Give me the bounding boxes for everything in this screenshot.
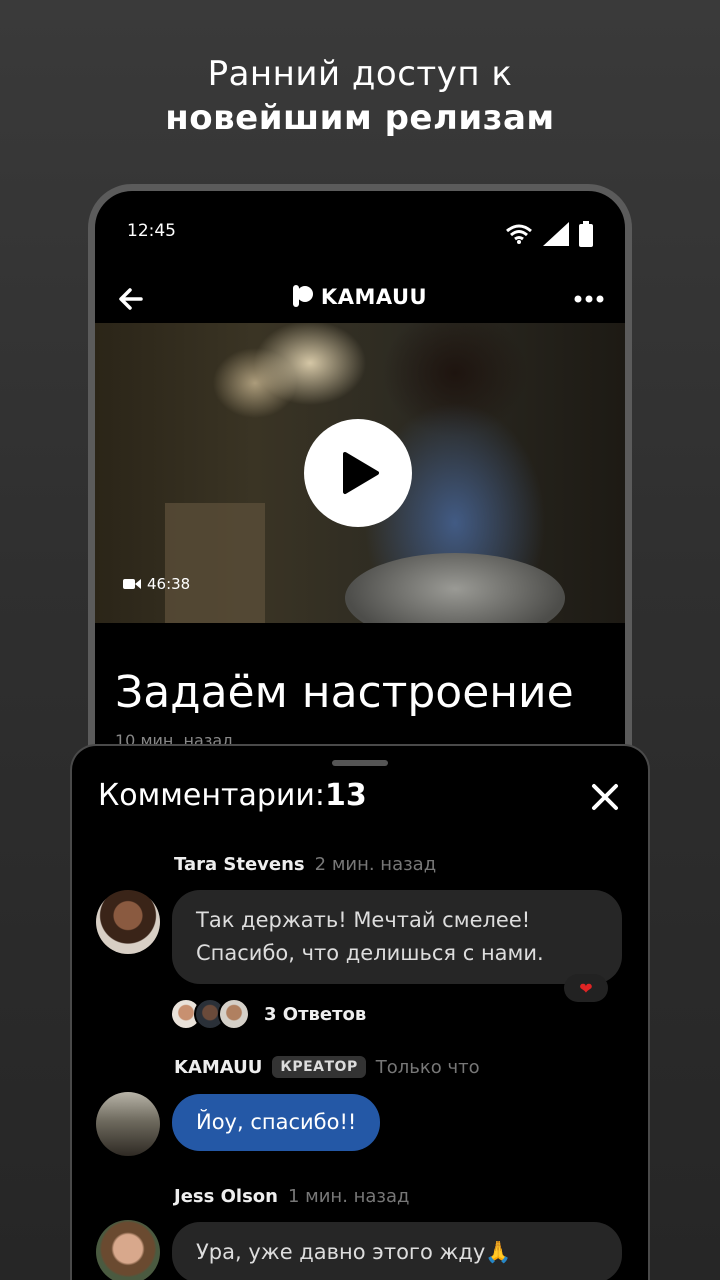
- app-bar: KAMAUU: [95, 279, 625, 319]
- comment-time: Только что: [375, 1057, 480, 1078]
- sheet-grabber[interactable]: [332, 760, 388, 766]
- comment-author-name[interactable]: Jess Olson: [174, 1186, 278, 1207]
- comment-author[interactable]: Jess Olson 1 мин. назад: [174, 1186, 409, 1207]
- comments-title: Комментарии:13: [98, 778, 367, 813]
- avatar[interactable]: [96, 1220, 160, 1280]
- reaction-heart[interactable]: ❤: [564, 974, 608, 1002]
- comment-bubble[interactable]: Йоу, спасибо!!: [172, 1094, 381, 1151]
- avatar[interactable]: [96, 890, 160, 954]
- video-camera-icon: [123, 579, 141, 589]
- status-time: 12:45: [127, 221, 176, 241]
- close-icon[interactable]: [590, 782, 620, 812]
- brand-title: KAMAUU: [95, 285, 625, 309]
- wifi-icon: [506, 224, 532, 244]
- signal-icon: [543, 222, 569, 246]
- status-icons: [505, 221, 593, 247]
- avatar[interactable]: [96, 1092, 160, 1156]
- comment-time: 2 мин. назад: [314, 854, 437, 875]
- headline-line2: новейшим релизам: [165, 98, 555, 138]
- video-scene-table: [165, 503, 265, 623]
- comment-text-line1: Так держать! Мечтай смелее!: [196, 908, 531, 932]
- comment-author-name[interactable]: Tara Stevens: [174, 854, 305, 875]
- comment-author-name[interactable]: KAMAUU: [174, 1057, 262, 1078]
- promo-headline: Ранний доступ к новейшим релизам: [0, 52, 720, 140]
- brand-logo-icon: [292, 285, 313, 307]
- post-title: Задаём настроение: [115, 667, 574, 718]
- replies-link[interactable]: 3 Ответов: [170, 998, 366, 1030]
- duration-text: 46:38: [147, 575, 191, 593]
- comment-author[interactable]: KAMAUU КРЕАТОР Только что: [174, 1056, 480, 1078]
- reply-avatar: [218, 998, 250, 1030]
- replies-label[interactable]: 3 Ответов: [264, 1004, 366, 1025]
- brand-name: KAMAUU: [320, 285, 428, 309]
- video-duration: 46:38: [123, 575, 190, 593]
- comment-text: Ура, уже давно этого жду🙏: [196, 1240, 512, 1264]
- comments-sheet: Комментарии:13 Tara Stevens 2 мин. назад …: [70, 744, 650, 1280]
- comments-title-label: Комментарии:: [98, 778, 325, 813]
- play-icon: [343, 452, 379, 494]
- comment-author[interactable]: Tara Stevens 2 мин. назад: [174, 854, 436, 875]
- comments-count: 13: [325, 778, 367, 813]
- battery-icon: [579, 221, 593, 247]
- comment-bubble[interactable]: Так держать! Мечтай смелее! Спасибо, что…: [172, 890, 622, 984]
- more-options-icon[interactable]: [573, 285, 605, 313]
- comment-bubble[interactable]: Ура, уже давно этого жду🙏: [172, 1222, 622, 1280]
- comment-text: Йоу, спасибо!!: [196, 1110, 357, 1134]
- phone-frame: 12:45 KAMAUU 46:38 Задаём настроение 10 …: [88, 184, 632, 804]
- comment-time: 1 мин. назад: [287, 1186, 410, 1207]
- video-scene-drum: [345, 553, 565, 623]
- video-player[interactable]: 46:38: [95, 323, 625, 623]
- play-button[interactable]: [304, 419, 412, 527]
- heart-icon: ❤: [579, 978, 593, 998]
- headline-line1: Ранний доступ к: [207, 54, 513, 94]
- comment-text-line2: Спасибо, что делишься с нами.: [196, 941, 544, 965]
- status-bar: 12:45: [127, 221, 593, 247]
- creator-badge: КРЕАТОР: [272, 1056, 366, 1078]
